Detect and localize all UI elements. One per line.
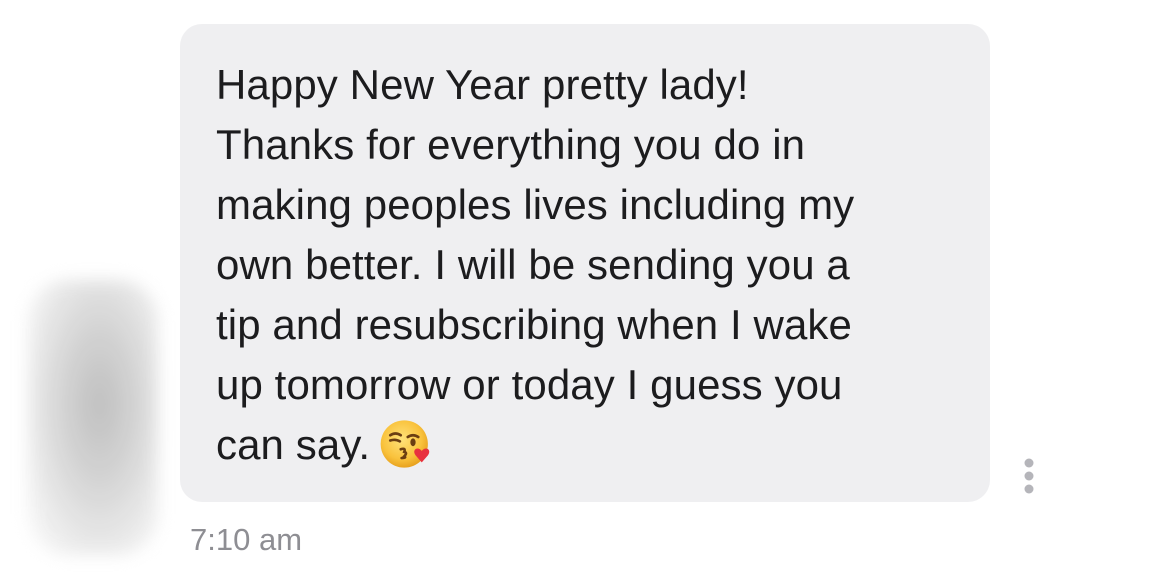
partial-icon bbox=[1073, 0, 1075, 1]
message-body: Happy New Year pretty lady! Thanks for e… bbox=[216, 61, 855, 468]
chat-screen: Happy New Year pretty lady! Thanks for e… bbox=[0, 0, 1170, 572]
message-timestamp: 7:10 am bbox=[190, 522, 303, 557]
message-text: Happy New Year pretty lady! Thanks for e… bbox=[216, 55, 960, 475]
kissing-face-with-heart-icon bbox=[380, 420, 430, 468]
message-bubble[interactable]: Happy New Year pretty lady! Thanks for e… bbox=[180, 24, 990, 502]
avatar[interactable] bbox=[28, 280, 158, 555]
vertical-ellipsis-icon[interactable] bbox=[1014, 456, 1044, 496]
